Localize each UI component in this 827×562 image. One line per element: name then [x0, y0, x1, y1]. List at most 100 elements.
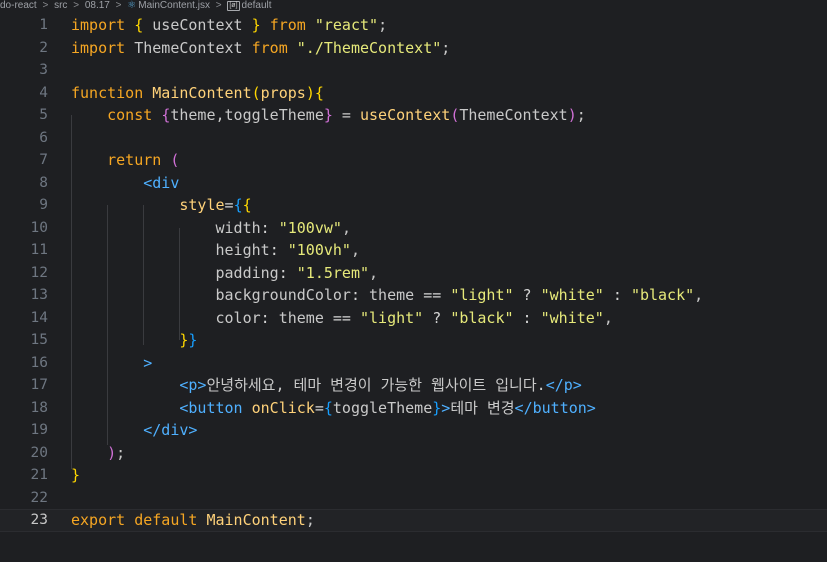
code-line[interactable]: 20 ); [0, 442, 827, 465]
breadcrumb-item-file[interactable]: ⚛ MainContent.jsx [127, 0, 210, 12]
code-line[interactable]: 16 > [0, 352, 827, 375]
code-line[interactable]: 18 <button onClick={toggleTheme}>테마 변경</… [0, 397, 827, 420]
code-token: , [350, 241, 360, 259]
code-text: <p>안녕하세요, 테마 변경이 가능한 웹사이트 입니다.</p> [71, 374, 582, 397]
code-line[interactable]: 15 }} [0, 329, 827, 352]
code-token: <p> [179, 376, 207, 394]
code-line[interactable]: 4 function MainContent(props){ [0, 82, 827, 105]
code-line[interactable]: 9 style={{ [0, 194, 827, 217]
code-line[interactable]: 8 <div [0, 172, 827, 195]
code-line[interactable]: 11 height: "100vh", [0, 239, 827, 262]
code-token: default [134, 511, 198, 529]
code-text: return ( [71, 149, 179, 172]
code-token: = [332, 106, 360, 124]
line-number: 11 [30, 242, 48, 258]
line-number: 9 [39, 197, 48, 213]
code-token: "./ThemeContext" [296, 38, 442, 57]
code-text: }} [71, 329, 197, 352]
code-line[interactable]: 17 <p>안녕하세요, 테마 변경이 가능한 웹사이트 입니다.</p> [0, 374, 827, 397]
code-line[interactable]: 12 padding: "1.5rem", [0, 262, 827, 285]
code-token: == [414, 286, 451, 304]
code-token: { [134, 16, 144, 34]
code-token: = [314, 398, 324, 417]
code-line[interactable]: 21} [0, 464, 827, 487]
code-token: : [269, 241, 288, 259]
code-token: </p> [545, 376, 582, 394]
code-token: useContext [143, 16, 252, 34]
code-text: padding: "1.5rem", [71, 262, 379, 285]
line-number: 1 [39, 17, 48, 33]
code-token: import [71, 38, 126, 57]
code-token: useContext [360, 106, 451, 124]
line-number: 6 [39, 129, 48, 146]
breadcrumb-symbol-label: default [241, 0, 272, 11]
code-token: 테마 변경 [450, 398, 515, 417]
code-line[interactable]: 13 backgroundColor: theme == "light" ? "… [0, 284, 827, 307]
code-line[interactable]: 5 const {theme,toggleTheme} = useContext… [0, 104, 827, 127]
code-token: onClick [251, 398, 315, 417]
code-line[interactable]: 2 import ThemeContext from "./ThemeContex… [0, 37, 827, 60]
breadcrumb-separator: > [115, 0, 122, 11]
code-token: color [215, 308, 261, 327]
code-token: theme,toggleTheme [170, 106, 324, 124]
code-line[interactable]: 10 width: "100vw", [0, 217, 827, 240]
line-number: 12 [30, 264, 48, 281]
code-line[interactable]: 3 [0, 59, 827, 82]
code-text: </div> [71, 419, 197, 442]
breadcrumb-item-symbol[interactable]: [ø] default [227, 0, 272, 12]
code-token: </div> [143, 421, 198, 439]
breadcrumb-item-src[interactable]: src [54, 0, 67, 12]
code-token: : [513, 308, 541, 327]
code-line[interactable]: 14 color: theme == "light" ? "black" : "… [0, 307, 827, 330]
line-number: 10 [30, 219, 48, 236]
line-number: 13 [30, 287, 48, 303]
code-token: width [215, 218, 261, 237]
code-token: > [441, 398, 451, 417]
code-text: <div [71, 172, 179, 195]
code-line[interactable]: 22 [0, 487, 827, 510]
code-token: ) [567, 106, 577, 124]
code-token: <button [179, 398, 243, 417]
breadcrumb-item-folder[interactable]: 08.17 [85, 0, 110, 12]
code-line[interactable]: 19 </div> [0, 419, 827, 442]
code-token: , [694, 286, 704, 304]
code-text: height: "100vh", [71, 239, 361, 262]
code-token: ; [441, 38, 451, 57]
code-token: { [233, 196, 243, 214]
code-token: "100vw" [278, 218, 342, 237]
line-number: 14 [30, 309, 48, 326]
line-number: 21 [30, 467, 48, 483]
breadcrumb-item-project[interactable]: do-react [0, 0, 37, 12]
code-line[interactable]: 7 return ( [0, 149, 827, 172]
symbol-variable-icon: [ø] [227, 1, 240, 11]
code-line[interactable]: 6 [0, 127, 827, 150]
code-editor[interactable]: 1 import { useContext } from "react"; 2 imp… [0, 14, 827, 562]
code-token: return [107, 151, 162, 169]
code-token: from [269, 16, 306, 34]
code-line[interactable]: 1 import { useContext } from "react"; [0, 14, 827, 37]
code-token: ; [576, 106, 586, 124]
code-token: "1.5rem" [296, 263, 370, 282]
code-token: "light" [360, 308, 424, 327]
code-token: MainContent [206, 511, 306, 529]
code-token: ThemeContext [459, 106, 568, 124]
code-token: MainContent [152, 83, 252, 102]
code-line[interactable]: 23 export default MainContent; [0, 509, 827, 532]
line-number: 20 [30, 444, 48, 461]
code-token: <div [143, 173, 180, 192]
code-token: } [71, 466, 81, 484]
line-number: 16 [30, 354, 48, 371]
react-icon: ⚛ [127, 0, 137, 11]
code-token: const [107, 106, 153, 124]
